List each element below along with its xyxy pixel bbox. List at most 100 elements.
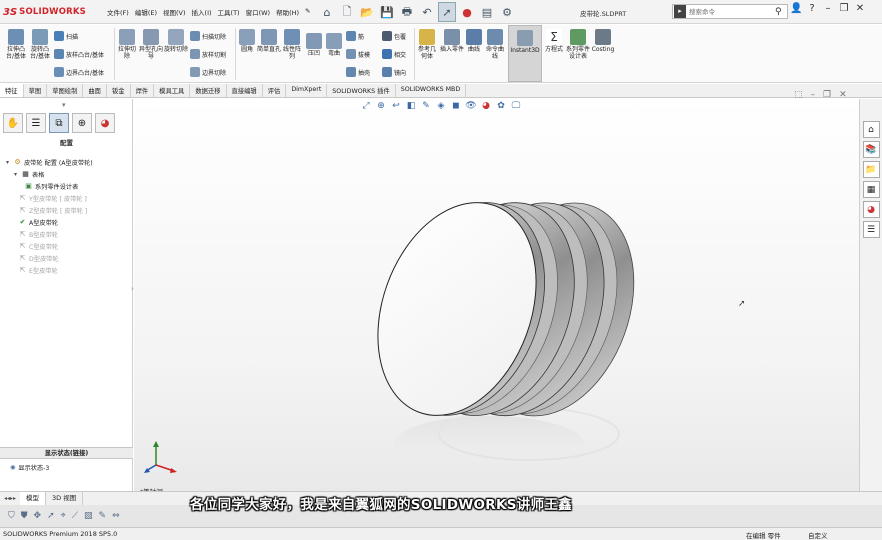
tab-sheet-metal[interactable]: 钣金 [107,84,131,97]
filter-dimensions-icon[interactable]: ⇔ [112,511,120,521]
tab-features[interactable]: 特征 [0,84,24,97]
open-folder-icon[interactable]: 📂 [358,2,376,22]
design-library-icon[interactable]: 📚 [862,141,880,158]
filter-select-icon[interactable]: ✥ [34,511,42,521]
sweep-button[interactable]: 扫描 [54,31,78,41]
filter-edges-icon[interactable]: ⟋ [72,511,78,521]
minimize-icon[interactable]: – [822,3,834,14]
revolve-cut-button[interactable]: 旋转切除 [164,29,188,53]
costing-button[interactable]: Costing [590,29,616,53]
tree-node-config-c[interactable]: ⇱ C型皮带轮 [4,240,132,252]
select-pointer-icon[interactable]: ➚ [438,2,456,22]
tree-node-config-z[interactable]: ⇱ Z型皮带轮 [ 皮带轮 ] [4,204,132,216]
search-icon[interactable]: ⚲ [775,7,782,17]
menu-view[interactable]: 视图(V) [160,7,189,17]
tab-dimxpert[interactable]: DimXpert [286,84,328,97]
tab-solidworks-mbd[interactable]: SOLIDWORKS MBD [396,84,467,97]
solidworks-resources-icon[interactable]: ⌂ [862,121,880,138]
undo-icon[interactable]: ↶ [418,2,436,22]
save-icon[interactable]: 💾 [378,2,396,22]
search-input[interactable] [689,7,775,16]
appearances-scenes-icon[interactable]: ◕ [862,201,880,218]
revolve-boss-button[interactable]: 旋转凸台/基体 [29,29,51,60]
configuration-manager-icon[interactable]: ⧉ [49,113,69,133]
home-icon[interactable]: ⌂ [318,2,336,22]
property-manager-icon[interactable]: ☰ [26,113,46,133]
tab-surfaces[interactable]: 曲面 [83,84,107,97]
rib-button[interactable]: 筋 [346,31,364,41]
lofted-cut-button[interactable]: 放样切割 [190,49,226,59]
filter-sketch-icon[interactable]: ✎ [99,511,107,521]
tab-nav-arrows-icon[interactable]: ◂◂▸▸ [0,495,20,502]
hole-wizard-button[interactable]: 异型孔向导 [139,29,163,60]
rebuild-traffic-light-icon[interactable]: ● [458,2,476,22]
new-document-icon[interactable]: 🗋 [338,2,356,22]
tree-node-design-table[interactable]: ▣ 系列零件设计表 [4,180,132,192]
equations-button[interactable]: Σ 方程式 [543,29,565,53]
tab-solidworks-addins[interactable]: SOLIDWORKS 插件 [327,84,396,97]
tab-evaluate[interactable]: 评估 [263,84,287,97]
filter-clear-icon[interactable]: ⛊ [21,511,28,521]
extrude-boss-button[interactable]: 拉伸凸台/基体 [3,29,29,60]
extrude-cut-button[interactable]: 拉伸切除 [116,29,138,60]
tab-weldments[interactable]: 焊件 [131,84,155,97]
flex-button[interactable]: 弯曲 [324,33,344,57]
curves-button[interactable]: 曲线 [464,29,484,53]
close-icon[interactable]: ✕ [854,3,866,14]
tab-sketch-ink[interactable]: 草图绘制 [47,84,84,97]
search-box[interactable]: ▸ ⚲ [672,4,788,19]
swept-cut-button[interactable]: 扫描切除 [190,31,226,41]
tab-model[interactable]: 模型 [20,492,47,505]
print-icon[interactable]: 🖶 [398,2,416,22]
file-properties-icon[interactable]: ▤ [478,2,496,22]
tree-node-root[interactable]: ▾ ⚙ 皮带轮 配置 (A型皮带轮) [4,156,132,168]
menu-edit[interactable]: 编辑(E) [132,7,160,17]
boundary-cut-button[interactable]: 边界切除 [190,67,226,77]
expand-toggle-icon[interactable]: ▾ [12,171,19,178]
draft-button[interactable]: 拔模 [346,49,370,59]
custom-properties-icon[interactable]: ☰ [862,221,880,238]
view-palette-icon[interactable]: ▦ [862,181,880,198]
restore-icon[interactable]: ❐ [838,3,850,14]
simple-hole-button[interactable]: 简单直孔 [257,29,281,53]
filter-vertices-icon[interactable]: ⌖ [61,511,66,521]
tab-mold-tools[interactable]: 模具工具 [154,84,191,97]
tree-node-config-b[interactable]: ⇱ B型皮带轮 [4,228,132,240]
help-icon[interactable]: ? [806,3,818,14]
tab-data-migration[interactable]: 数据迁移 [190,84,227,97]
menu-insert[interactable]: 插入(I) [189,7,215,17]
dimxpert-manager-icon[interactable]: ⊕ [72,113,92,133]
indent-button[interactable]: 压凹 [304,33,324,57]
file-explorer-icon[interactable]: 📁 [862,161,880,178]
reference-geometry-button[interactable]: 参考几何体 [416,29,438,60]
menu-tools[interactable]: 工具(T) [215,7,243,17]
display-manager-icon[interactable]: ◕ [95,113,115,133]
graphics-area[interactable]: ⬚ – ❐ ✕ ⤢ ⊕ ↩ ◧ ✎ ◈ ◼ 👁 ◕ ✿ 🖵 *等轴测 ➚ [134,90,859,496]
loft-boss-button[interactable]: 放样凸台/基体 [54,49,104,59]
user-account-icon[interactable]: 👤 [790,3,802,14]
expand-toggle-icon[interactable]: ▾ [4,159,11,166]
tree-node-config-a[interactable]: ✔ A型皮带轮 [4,216,132,228]
instant3d-button[interactable]: Instant3D [508,25,542,82]
design-table-button[interactable]: 系列零件设计表 [566,29,590,60]
display-state-item[interactable]: ◉ 显示状态-3 [10,463,49,472]
insert-part-button[interactable]: 插入零件 [440,29,464,53]
linear-pattern-button[interactable]: 线性阵列 [281,29,303,60]
tab-sketch[interactable]: 草图 [24,84,48,97]
unit-system-selector[interactable]: 自定义 [808,530,828,540]
tree-node-tables[interactable]: ▾ ▦ 表格 [4,168,132,180]
command-curve-button[interactable]: 命令曲线 [484,29,506,60]
select-pointer-icon[interactable]: ➚ [47,511,55,521]
menu-window[interactable]: 窗口(W) [243,7,274,17]
tab-3d-views[interactable]: 3D 视图 [46,492,84,505]
feature-tree-icon[interactable]: ✋ [3,113,23,133]
fillet-button[interactable]: 圆角 [237,29,257,53]
boundary-boss-button[interactable]: 边界凸台/基体 [54,67,104,77]
intersect-button[interactable]: 相交 [382,49,406,59]
tree-node-config-y[interactable]: ⇱ Y型皮带轮 [ 皮带轮 ] [4,192,132,204]
panel-collapse-arrow-icon[interactable]: ▾ [62,101,66,109]
options-gear-icon[interactable]: ⚙ [498,2,516,22]
solidworks-logo[interactable]: 3S SOLIDWORKS [3,4,89,20]
filter-toggle-icon[interactable]: ⛉ [8,511,15,521]
mirror-button[interactable]: 镜向 [382,67,406,77]
